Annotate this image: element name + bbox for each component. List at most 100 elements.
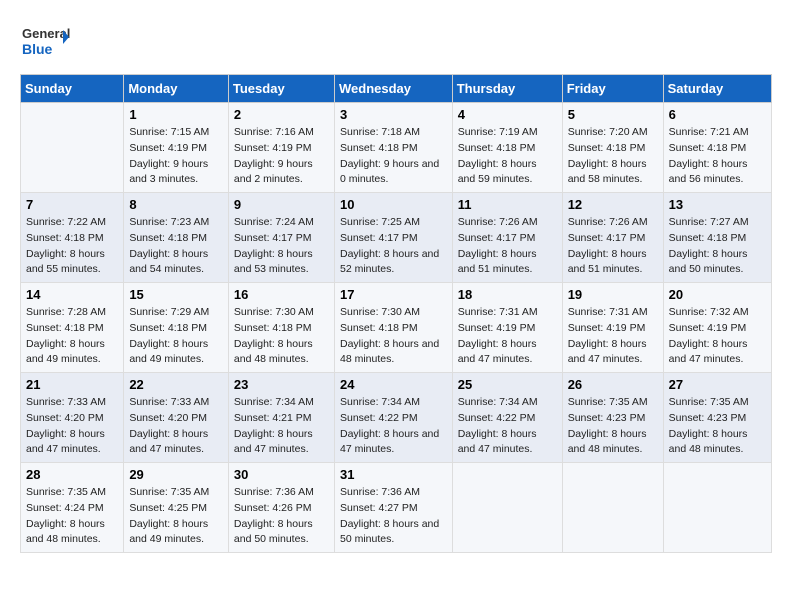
calendar-cell: 5 Sunrise: 7:20 AMSunset: 4:18 PMDaylight… [562,103,663,193]
calendar-cell: 13 Sunrise: 7:27 AMSunset: 4:18 PMDayligh… [663,193,771,283]
calendar-cell: 9Sunrise: 7:24 AMSunset: 4:17 PMDaylight… [228,193,334,283]
calendar-header: SundayMondayTuesdayWednesdayThursdayFrid… [21,75,772,103]
day-number: 17 [340,287,447,302]
calendar-cell: 19Sunrise: 7:31 AMSunset: 4:19 PMDayligh… [562,283,663,373]
day-number: 28 [26,467,118,482]
logo: General Blue [20,20,70,64]
calendar-cell: 12Sunrise: 7:26 AMSunset: 4:17 PMDayligh… [562,193,663,283]
day-number: 18 [458,287,557,302]
cell-info: Sunrise: 7:20 AMSunset: 4:18 PMDaylight:… [568,125,658,188]
day-number: 12 [568,197,658,212]
cell-info: Sunrise: 7:31 AMSunset: 4:19 PMDaylight:… [458,305,557,368]
calendar-cell [663,463,771,553]
day-number: 23 [234,377,329,392]
cell-info: Sunrise: 7:36 AMSunset: 4:27 PMDaylight:… [340,485,447,548]
cell-info: Sunrise: 7:35 AMSunset: 4:23 PMDaylight:… [568,395,658,458]
day-number: 13 [669,197,766,212]
cell-info: Sunrise: 7:22 AMSunset: 4:18 PMDaylight:… [26,215,118,278]
cell-info: Sunrise: 7:33 AMSunset: 4:20 PMDaylight:… [129,395,223,458]
calendar-week-5: 28 Sunrise: 7:35 AMSunset: 4:24 PMDayligh… [21,463,772,553]
day-number: 30 [234,467,329,482]
calendar-cell: 28 Sunrise: 7:35 AMSunset: 4:24 PMDayligh… [21,463,124,553]
day-number: 3 [340,107,447,122]
header-cell-saturday: Saturday [663,75,771,103]
calendar-cell: 31 Sunrise: 7:36 AMSunset: 4:27 PMDayligh… [334,463,452,553]
calendar-week-3: 14 Sunrise: 7:28 AMSunset: 4:18 PMDayligh… [21,283,772,373]
cell-info: Sunrise: 7:28 AMSunset: 4:18 PMDaylight:… [26,305,118,368]
day-number: 29 [129,467,223,482]
day-number: 20 [669,287,766,302]
calendar-cell: 29 Sunrise: 7:35 AMSunset: 4:25 PMDayligh… [124,463,229,553]
calendar-cell: 4Sunrise: 7:19 AMSunset: 4:18 PMDaylight… [452,103,562,193]
calendar-cell: 25 Sunrise: 7:34 AMSunset: 4:22 PMDayligh… [452,373,562,463]
svg-text:Blue: Blue [22,41,53,57]
calendar-week-4: 21 Sunrise: 7:33 AMSunset: 4:20 PMDayligh… [21,373,772,463]
header-cell-wednesday: Wednesday [334,75,452,103]
cell-info: Sunrise: 7:35 AMSunset: 4:25 PMDaylight:… [129,485,223,548]
day-number: 5 [568,107,658,122]
calendar-cell: 16 Sunrise: 7:30 AMSunset: 4:18 PMDayligh… [228,283,334,373]
header-cell-friday: Friday [562,75,663,103]
cell-info: Sunrise: 7:29 AMSunset: 4:18 PMDaylight:… [129,305,223,368]
cell-info: Sunrise: 7:34 AMSunset: 4:22 PMDaylight:… [340,395,447,458]
day-number: 21 [26,377,118,392]
day-number: 10 [340,197,447,212]
page-header: General Blue [20,20,772,64]
calendar-cell: 2 Sunrise: 7:16 AMSunset: 4:19 PMDaylight… [228,103,334,193]
cell-info: Sunrise: 7:21 AMSunset: 4:18 PMDaylight:… [669,125,766,188]
cell-info: Sunrise: 7:15 AMSunset: 4:19 PMDaylight:… [129,125,223,188]
cell-info: Sunrise: 7:30 AMSunset: 4:18 PMDaylight:… [340,305,447,368]
cell-info: Sunrise: 7:35 AMSunset: 4:24 PMDaylight:… [26,485,118,548]
calendar-cell: 8 Sunrise: 7:23 AMSunset: 4:18 PMDaylight… [124,193,229,283]
day-number: 1 [129,107,223,122]
calendar-cell: 18 Sunrise: 7:31 AMSunset: 4:19 PMDayligh… [452,283,562,373]
cell-info: Sunrise: 7:30 AMSunset: 4:18 PMDaylight:… [234,305,329,368]
day-number: 14 [26,287,118,302]
calendar-cell: 14 Sunrise: 7:28 AMSunset: 4:18 PMDayligh… [21,283,124,373]
day-number: 16 [234,287,329,302]
calendar-cell: 23 Sunrise: 7:34 AMSunset: 4:21 PMDayligh… [228,373,334,463]
calendar-week-1: 1 Sunrise: 7:15 AMSunset: 4:19 PMDaylight… [21,103,772,193]
calendar-cell: 10Sunrise: 7:25 AMSunset: 4:17 PMDayligh… [334,193,452,283]
calendar-cell: 15Sunrise: 7:29 AMSunset: 4:18 PMDayligh… [124,283,229,373]
calendar-cell: 24 Sunrise: 7:34 AMSunset: 4:22 PMDayligh… [334,373,452,463]
day-number: 22 [129,377,223,392]
calendar-cell: 22 Sunrise: 7:33 AMSunset: 4:20 PMDayligh… [124,373,229,463]
calendar-cell [452,463,562,553]
day-number: 27 [669,377,766,392]
calendar-week-2: 7 Sunrise: 7:22 AMSunset: 4:18 PMDaylight… [21,193,772,283]
day-number: 31 [340,467,447,482]
header-cell-thursday: Thursday [452,75,562,103]
cell-info: Sunrise: 7:34 AMSunset: 4:22 PMDaylight:… [458,395,557,458]
day-number: 26 [568,377,658,392]
cell-info: Sunrise: 7:32 AMSunset: 4:19 PMDaylight:… [669,305,766,368]
calendar-cell: 7 Sunrise: 7:22 AMSunset: 4:18 PMDaylight… [21,193,124,283]
calendar-body: 1 Sunrise: 7:15 AMSunset: 4:19 PMDaylight… [21,103,772,553]
calendar-table: SundayMondayTuesdayWednesdayThursdayFrid… [20,74,772,553]
calendar-cell [562,463,663,553]
day-number: 25 [458,377,557,392]
day-number: 8 [129,197,223,212]
calendar-cell [21,103,124,193]
calendar-cell: 6 Sunrise: 7:21 AMSunset: 4:18 PMDaylight… [663,103,771,193]
header-row: SundayMondayTuesdayWednesdayThursdayFrid… [21,75,772,103]
day-number: 11 [458,197,557,212]
cell-info: Sunrise: 7:16 AMSunset: 4:19 PMDaylight:… [234,125,329,188]
day-number: 2 [234,107,329,122]
header-cell-sunday: Sunday [21,75,124,103]
header-cell-tuesday: Tuesday [228,75,334,103]
day-number: 6 [669,107,766,122]
cell-info: Sunrise: 7:23 AMSunset: 4:18 PMDaylight:… [129,215,223,278]
cell-info: Sunrise: 7:33 AMSunset: 4:20 PMDaylight:… [26,395,118,458]
day-number: 7 [26,197,118,212]
calendar-cell: 3 Sunrise: 7:18 AMSunset: 4:18 PMDaylight… [334,103,452,193]
day-number: 19 [568,287,658,302]
calendar-cell: 17 Sunrise: 7:30 AMSunset: 4:18 PMDayligh… [334,283,452,373]
calendar-cell: 21 Sunrise: 7:33 AMSunset: 4:20 PMDayligh… [21,373,124,463]
header-cell-monday: Monday [124,75,229,103]
cell-info: Sunrise: 7:27 AMSunset: 4:18 PMDaylight:… [669,215,766,278]
svg-text:General: General [22,26,70,41]
day-number: 24 [340,377,447,392]
cell-info: Sunrise: 7:18 AMSunset: 4:18 PMDaylight:… [340,125,447,188]
cell-info: Sunrise: 7:34 AMSunset: 4:21 PMDaylight:… [234,395,329,458]
